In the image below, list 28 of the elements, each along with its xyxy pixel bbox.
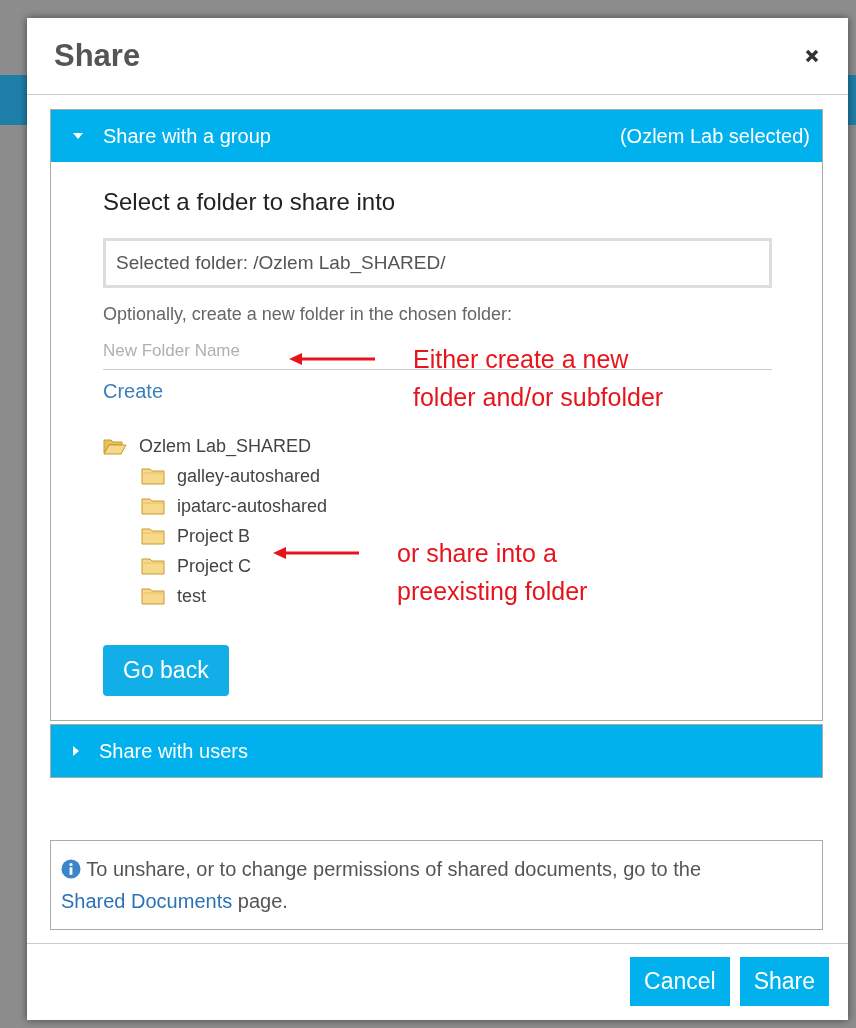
info-icon (61, 859, 81, 879)
selection-status: (Ozlem Lab selected) (619, 124, 810, 148)
folder-tree-item[interactable]: ipatarc-autoshared (141, 491, 328, 521)
dialog-title: Share (54, 38, 141, 74)
folder-tree-item[interactable]: Project B (141, 521, 251, 551)
folder-icon (141, 467, 165, 485)
open-folder-icon (103, 437, 127, 455)
folder-icon (141, 497, 165, 515)
close-icon[interactable] (804, 48, 820, 64)
hint-text: Optionally, create a new folder in the chosen folder: (103, 304, 513, 325)
folder-tree-item[interactable]: galley-autoshared (141, 461, 321, 491)
annotation-text: or share into a preexisting folder (397, 538, 589, 607)
folder-icon (141, 587, 165, 605)
folder-icon (141, 527, 165, 545)
selected-folder-field: Selected folder: /Ozlem Lab_SHARED/ (103, 238, 772, 288)
annotation-text: Either create a new folder and/or subfolder (413, 344, 665, 413)
folder-tree-item[interactable]: test (141, 581, 206, 611)
folder-icon (141, 557, 165, 575)
section-heading: Select a folder to share into (103, 188, 397, 216)
folder-tree-item[interactable]: Ozlem Lab_SHARED (103, 431, 312, 461)
folder-tree-item[interactable]: Project C (141, 551, 252, 581)
caret-right-icon (73, 746, 79, 756)
info-text-end: page. (237, 890, 288, 912)
go-back-button[interactable]: Go back (103, 645, 229, 696)
shared-documents-link[interactable]: Shared Documents (61, 890, 233, 912)
info-text: To unshare, or to change permissions of shared documents, go to the (86, 858, 701, 880)
caret-down-icon (73, 133, 83, 139)
create-link[interactable]: Create (103, 380, 164, 403)
